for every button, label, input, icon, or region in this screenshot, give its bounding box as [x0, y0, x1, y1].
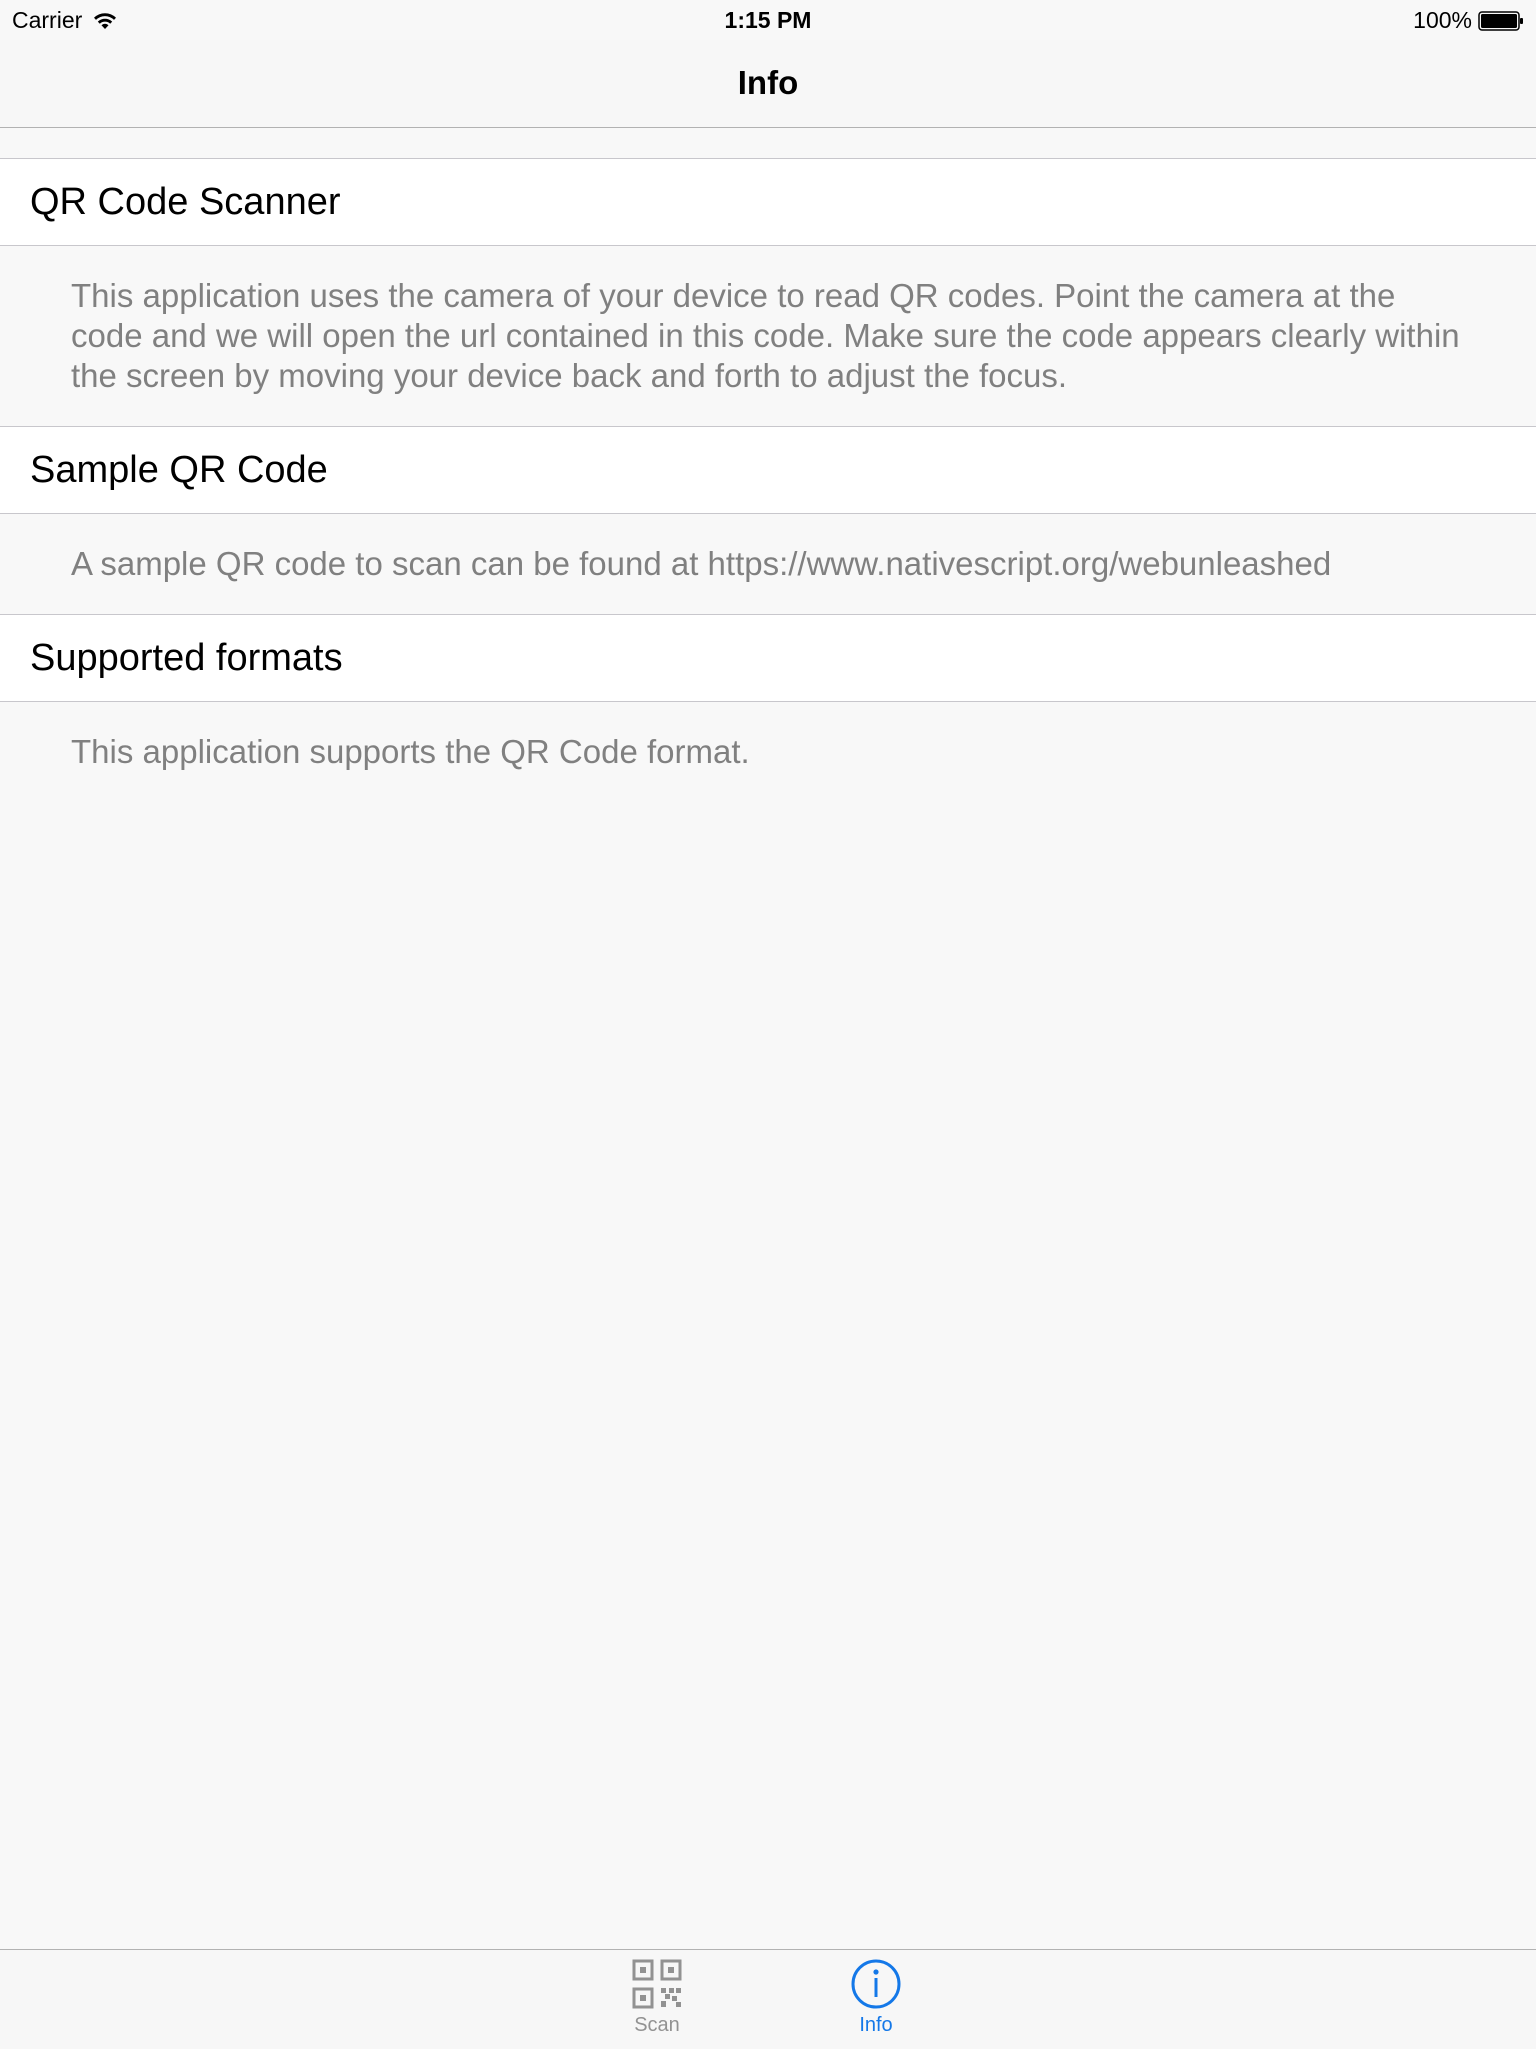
navigation-bar: Info [0, 40, 1536, 128]
battery-percent: 100% [1413, 7, 1472, 33]
battery-icon [1478, 10, 1523, 31]
section-header-sample-qr-code: Sample QR Code [0, 426, 1536, 514]
section-header-supported-formats: Supported formats [0, 614, 1536, 702]
section-body-qr-code-scanner: This application uses the camera of your… [0, 246, 1536, 426]
status-bar: Carrier 1:15 PM 100% [0, 0, 1536, 40]
status-right: 100% [1413, 7, 1524, 34]
section-body-supported-formats: This application supports the QR Code fo… [0, 702, 1536, 802]
info-icon [851, 1959, 901, 2009]
tab-info[interactable]: Info [816, 1958, 936, 2037]
tab-bar: Scan Info [0, 1949, 1536, 2049]
status-time: 1:15 PM [724, 7, 812, 33]
tab-scan-label: Scan [634, 2014, 680, 2036]
section-body-sample-qr-code: A sample QR code to scan can be found at… [0, 514, 1536, 614]
section-header-label: Supported formats [30, 636, 343, 679]
qr-code-icon [632, 1959, 682, 2009]
section-header-qr-code-scanner: QR Code Scanner [0, 158, 1536, 246]
content-top-spacer [0, 128, 1536, 158]
info-content: QR Code Scanner This application uses th… [0, 128, 1536, 802]
page-title: Info [737, 64, 799, 101]
section-header-label: QR Code Scanner [30, 180, 341, 223]
tab-info-label: Info [859, 2014, 893, 2036]
tab-scan[interactable]: Scan [597, 1958, 717, 2037]
section-header-label: Sample QR Code [30, 448, 328, 491]
